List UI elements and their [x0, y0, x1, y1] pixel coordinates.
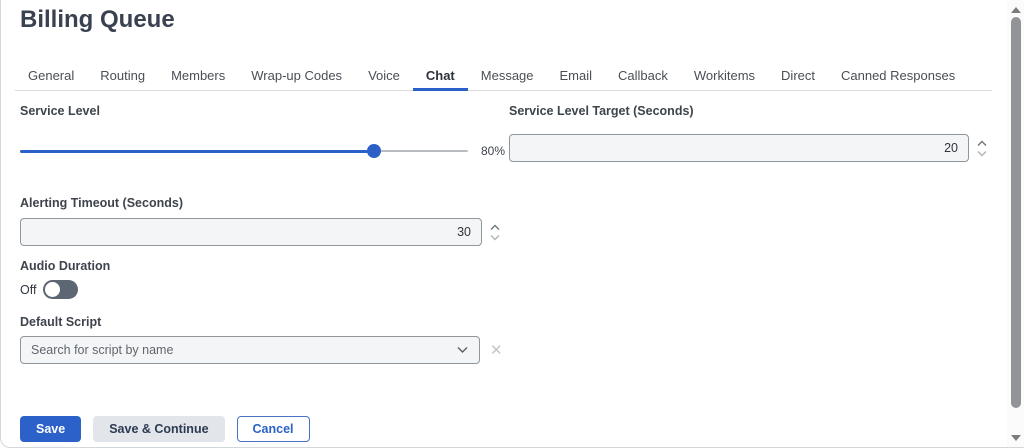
tab-wrap-up-codes[interactable]: Wrap-up Codes: [238, 62, 355, 91]
slider-thumb[interactable]: [367, 144, 381, 158]
alerting-timeout-input[interactable]: [20, 218, 482, 246]
alerting-timeout-stepper: [489, 224, 501, 241]
tab-chat[interactable]: Chat: [413, 62, 468, 91]
page-title: Billing Queue: [20, 6, 175, 34]
alerting-timeout-field: Alerting Timeout (Seconds): [20, 196, 530, 246]
service-level-target-input[interactable]: [509, 134, 969, 162]
service-level-slider-row: 80%: [20, 144, 520, 158]
footer-actions: Save Save & Continue Cancel: [20, 416, 310, 442]
service-level-slider[interactable]: [20, 144, 468, 158]
save-button[interactable]: Save: [20, 416, 81, 442]
audio-duration-field: Audio Duration Off: [20, 259, 320, 299]
service-level-label: Service Level: [20, 104, 520, 118]
queue-settings-page: Billing Queue GeneralRoutingMembersWrap-…: [0, 0, 1024, 448]
stepper-up-icon[interactable]: [489, 224, 501, 231]
audio-duration-state: Off: [20, 283, 36, 297]
service-level-field: Service Level 80%: [20, 104, 520, 158]
default-script-label: Default Script: [20, 315, 540, 329]
stepper-down-icon[interactable]: [489, 234, 501, 241]
stepper-up-icon[interactable]: [976, 140, 988, 147]
audio-duration-toggle[interactable]: [43, 280, 78, 299]
tab-voice[interactable]: Voice: [355, 62, 413, 91]
default-script-dropdown[interactable]: Search for script by name: [20, 336, 480, 364]
chevron-down-icon: [456, 346, 469, 354]
clear-selection-icon[interactable]: ✕: [490, 343, 503, 358]
default-script-field: Default Script Search for script by name…: [20, 315, 540, 364]
tab-members[interactable]: Members: [158, 62, 238, 91]
service-level-target-field: Service Level Target (Seconds): [509, 104, 989, 162]
audio-duration-label: Audio Duration: [20, 259, 320, 273]
toggle-knob: [45, 282, 60, 297]
cancel-button[interactable]: Cancel: [237, 416, 310, 442]
slider-fill: [20, 150, 374, 153]
scrollbar-down-icon[interactable]: [1011, 435, 1021, 441]
service-level-value: 80%: [481, 144, 505, 158]
service-level-target-label: Service Level Target (Seconds): [509, 104, 989, 118]
tab-general[interactable]: General: [15, 62, 87, 91]
tab-canned-responses[interactable]: Canned Responses: [828, 62, 968, 91]
tab-routing[interactable]: Routing: [87, 62, 158, 91]
vertical-scrollbar: [1007, 0, 1024, 447]
tab-callback[interactable]: Callback: [605, 62, 681, 91]
default-script-placeholder: Search for script by name: [31, 343, 173, 357]
tab-bar: GeneralRoutingMembersWrap-up CodesVoiceC…: [15, 62, 992, 91]
scrollbar-thumb[interactable]: [1011, 17, 1021, 408]
save-continue-button[interactable]: Save & Continue: [93, 416, 224, 442]
tab-direct[interactable]: Direct: [768, 62, 828, 91]
tab-email[interactable]: Email: [547, 62, 606, 91]
tab-message[interactable]: Message: [468, 62, 547, 91]
alerting-timeout-label: Alerting Timeout (Seconds): [20, 196, 530, 210]
tab-workitems[interactable]: Workitems: [681, 62, 768, 91]
service-level-target-stepper: [976, 140, 988, 157]
scrollbar-up-icon[interactable]: [1011, 7, 1021, 13]
stepper-down-icon[interactable]: [976, 150, 988, 157]
